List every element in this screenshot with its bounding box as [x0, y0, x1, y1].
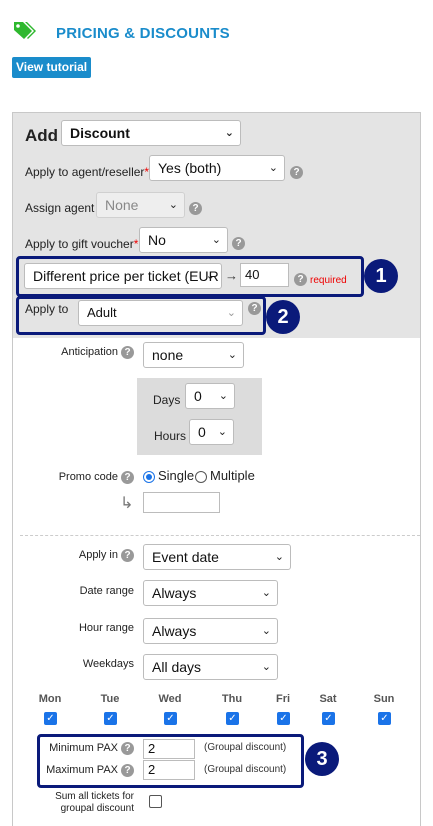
annotation-badge-3: 3	[305, 742, 339, 776]
section-divider	[20, 535, 420, 536]
apply-to-label: Apply to	[25, 302, 69, 316]
min-pax-input[interactable]: 2	[143, 739, 195, 759]
chevron-down-icon: ⌄	[224, 127, 234, 139]
min-pax-label: Minimum PAX	[49, 742, 118, 754]
weekday-label-sat: Sat	[319, 693, 337, 705]
tag-icon	[14, 22, 36, 39]
assign-agent-label: Assign agent	[25, 201, 95, 215]
chevron-down-icon: ⌄	[168, 199, 178, 211]
days-select[interactable]: 0 ⌄	[185, 383, 235, 409]
apply-to-select[interactable]: Adult ⌄	[78, 300, 243, 326]
anticipation-select[interactable]: none ⌄	[143, 342, 244, 368]
date-range-label: Date range	[79, 585, 134, 597]
help-icon[interactable]: ?	[121, 471, 134, 484]
chevron-down-icon: ⌄	[268, 162, 278, 174]
gift-voucher-label: Apply to gift voucher*	[25, 237, 139, 251]
help-icon[interactable]: ?	[189, 202, 202, 215]
chevron-down-icon: ⌄	[217, 426, 227, 438]
add-type-value: Discount	[70, 125, 130, 141]
price-amount-input[interactable]: 40	[240, 263, 289, 287]
promo-multiple-label: Multiple	[210, 468, 255, 483]
hour-range-label: Hour range	[78, 622, 134, 634]
annotation-badge-2: 2	[266, 300, 300, 334]
help-icon[interactable]: ?	[232, 237, 245, 250]
date-range-select[interactable]: Always ⌄	[143, 580, 278, 606]
weekday-checkbox-wed[interactable]: ✓	[164, 712, 177, 725]
weekday-label-sun: Sun	[373, 693, 395, 705]
weekday-label-fri: Fri	[275, 693, 291, 705]
apply-in-select[interactable]: Event date ⌄	[143, 544, 291, 570]
required-star: *	[133, 237, 139, 251]
days-label: Days	[153, 393, 181, 407]
apply-agent-select[interactable]: Yes (both) ⌄	[149, 155, 285, 181]
weekday-checkbox-sun[interactable]: ✓	[378, 712, 391, 725]
promo-code-input[interactable]	[143, 492, 220, 513]
weekdays-select[interactable]: All days ⌄	[143, 654, 278, 680]
sum-all-label: Sum all tickets for groupal discount	[55, 791, 134, 814]
help-icon[interactable]: ?	[294, 273, 307, 286]
apply-in-label: Apply in	[78, 549, 118, 561]
weekday-label-mon: Mon	[38, 693, 62, 705]
chevron-down-icon: ⌄	[226, 307, 236, 319]
max-pax-label: Maximum PAX	[46, 764, 118, 776]
help-icon[interactable]: ?	[121, 742, 134, 755]
weekday-checkbox-tue[interactable]: ✓	[104, 712, 117, 725]
sum-all-checkbox[interactable]	[149, 795, 162, 808]
chevron-down-icon: ⌄	[211, 234, 221, 246]
help-icon[interactable]: ?	[248, 302, 261, 315]
sub-arrow-icon: ↳	[120, 495, 134, 512]
weekday-checkbox-sat[interactable]: ✓	[322, 712, 335, 725]
promo-single-radio[interactable]	[143, 471, 155, 483]
hours-select[interactable]: 0 ⌄	[189, 419, 234, 445]
apply-agent-label: Apply to agent/reseller*	[25, 165, 150, 179]
anticipation-label: Anticipation	[61, 346, 118, 358]
min-pax-note: (Groupal discount)	[204, 742, 287, 753]
hour-range-select[interactable]: Always ⌄	[143, 618, 278, 644]
chevron-down-icon: ⌄	[261, 625, 271, 637]
add-type-select[interactable]: Discount ⌄	[61, 120, 241, 146]
weekday-label-wed: Wed	[158, 693, 182, 705]
weekday-checkbox-fri[interactable]: ✓	[277, 712, 290, 725]
help-icon[interactable]: ?	[290, 166, 303, 179]
max-pax-note: (Groupal discount)	[204, 764, 287, 775]
weekdays-label: Weekdays	[82, 658, 134, 670]
max-pax-input[interactable]: 2	[143, 760, 195, 780]
required-text: required	[310, 275, 347, 286]
promo-single-label: Single	[158, 468, 195, 483]
chevron-down-icon: ⌄	[227, 349, 237, 361]
chevron-down-icon: ⌄	[205, 270, 215, 282]
weekday-checkbox-mon[interactable]: ✓	[44, 712, 57, 725]
assign-agent-select: None ⌄	[96, 192, 185, 218]
chevron-down-icon: ⌄	[218, 390, 228, 402]
view-tutorial-button[interactable]: View tutorial	[12, 57, 92, 78]
chevron-down-icon: ⌄	[261, 661, 271, 673]
help-icon[interactable]: ?	[121, 549, 134, 562]
help-icon[interactable]: ?	[121, 346, 134, 359]
annotation-badge-1: 1	[364, 259, 398, 293]
help-icon[interactable]: ?	[121, 764, 134, 777]
chevron-down-icon: ⌄	[274, 551, 284, 563]
page-title: PRICING & DISCOUNTS	[56, 25, 230, 42]
weekday-label-tue: Tue	[100, 693, 120, 705]
hours-label: Hours	[154, 429, 187, 443]
weekday-checkbox-thu[interactable]: ✓	[226, 712, 239, 725]
gift-voucher-select[interactable]: No ⌄	[139, 227, 228, 253]
weekday-label-thu: Thu	[221, 693, 243, 705]
price-mode-select[interactable]: Different price per ticket (EUR ⌄	[24, 263, 222, 289]
promo-multiple-radio[interactable]	[195, 471, 207, 483]
add-label: Add	[25, 126, 59, 145]
promo-code-label: Promo code	[58, 471, 118, 483]
chevron-down-icon: ⌄	[261, 587, 271, 599]
arrow-icon: →	[225, 268, 238, 283]
